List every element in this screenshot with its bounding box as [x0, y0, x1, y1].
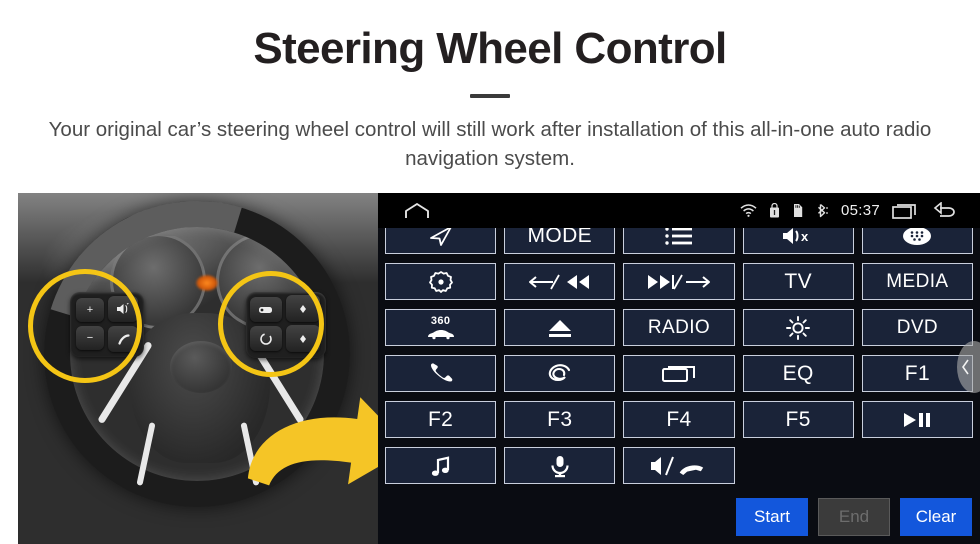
header: Steering Wheel Control Your original car… — [0, 0, 980, 173]
button-media[interactable]: MEDIA — [861, 263, 973, 300]
svg-text:x: x — [801, 229, 809, 244]
phone-key — [108, 326, 138, 352]
car-icon — [427, 329, 454, 339]
down-key — [286, 325, 320, 352]
button-previous[interactable] — [504, 263, 616, 300]
title-divider — [470, 94, 510, 99]
volume-up-key: + — [76, 298, 104, 322]
volume-down-key: − — [76, 326, 104, 350]
button-play-pause[interactable] — [861, 401, 973, 438]
pointing-arrow-icon — [247, 397, 378, 486]
cruise-key — [250, 297, 282, 322]
button-tv[interactable]: TV — [742, 263, 854, 300]
end-button: End — [818, 498, 890, 536]
steering-wheel-photo: + − — [18, 193, 378, 544]
page-subtitle: Your original car’s steering wheel contr… — [48, 118, 932, 171]
left-control-pad: + − — [70, 292, 144, 357]
back-icon[interactable] — [932, 202, 958, 219]
home-icon[interactable] — [403, 202, 431, 220]
button-eject[interactable] — [504, 309, 616, 346]
bluetooth-icon — [816, 203, 829, 218]
button-camera-360[interactable]: 360 — [385, 309, 497, 346]
button-f2[interactable]: F2 — [385, 401, 497, 438]
mute-key — [108, 296, 138, 322]
button-eq[interactable]: EQ — [742, 355, 854, 392]
page-root: Steering Wheel Control Your original car… — [0, 0, 980, 544]
button-volume-hangup[interactable] — [623, 447, 735, 484]
function-button-grid: MODE x TV MEDIA 360 RADIO DVD EQ F1 F2 F… — [378, 217, 980, 484]
button-power[interactable] — [385, 263, 497, 300]
button-brightness[interactable] — [742, 309, 854, 346]
airbag-center — [170, 341, 232, 393]
status-bar: 05:37 — [378, 193, 980, 228]
page-title: Steering Wheel Control — [253, 24, 727, 73]
right-control-pad — [246, 292, 326, 358]
wifi-icon — [740, 204, 757, 217]
start-button[interactable]: Start — [736, 498, 808, 536]
sd-card-icon — [792, 203, 804, 218]
button-music[interactable] — [385, 447, 497, 484]
button-call[interactable] — [385, 355, 497, 392]
button-dvd[interactable]: DVD — [861, 309, 973, 346]
circle-key — [250, 326, 282, 351]
button-next[interactable] — [623, 263, 735, 300]
button-navi-swirl[interactable] — [504, 355, 616, 392]
usb-lock-icon — [769, 203, 780, 218]
button-f1[interactable]: F1 — [861, 355, 973, 392]
button-voice[interactable] — [504, 447, 616, 484]
button-radio[interactable]: RADIO — [623, 309, 735, 346]
up-key — [286, 295, 320, 322]
action-buttons: Start End Clear — [736, 498, 972, 536]
button-f3[interactable]: F3 — [504, 401, 616, 438]
button-screen[interactable] — [623, 355, 735, 392]
recents-icon[interactable] — [892, 202, 920, 220]
button-f4[interactable]: F4 — [623, 401, 735, 438]
button-f5[interactable]: F5 — [742, 401, 854, 438]
content-split: + − 05:37 MODE x TV MEDIA 360 RADIO DVD … — [0, 193, 980, 544]
head-unit-screen: 05:37 MODE x TV MEDIA 360 RADIO DVD EQ F… — [378, 193, 980, 544]
clock-time: 05:37 — [840, 202, 880, 219]
clear-button[interactable]: Clear — [900, 498, 972, 536]
camera-360-label: 360 — [430, 314, 451, 327]
chevron-left-icon — [962, 359, 969, 375]
